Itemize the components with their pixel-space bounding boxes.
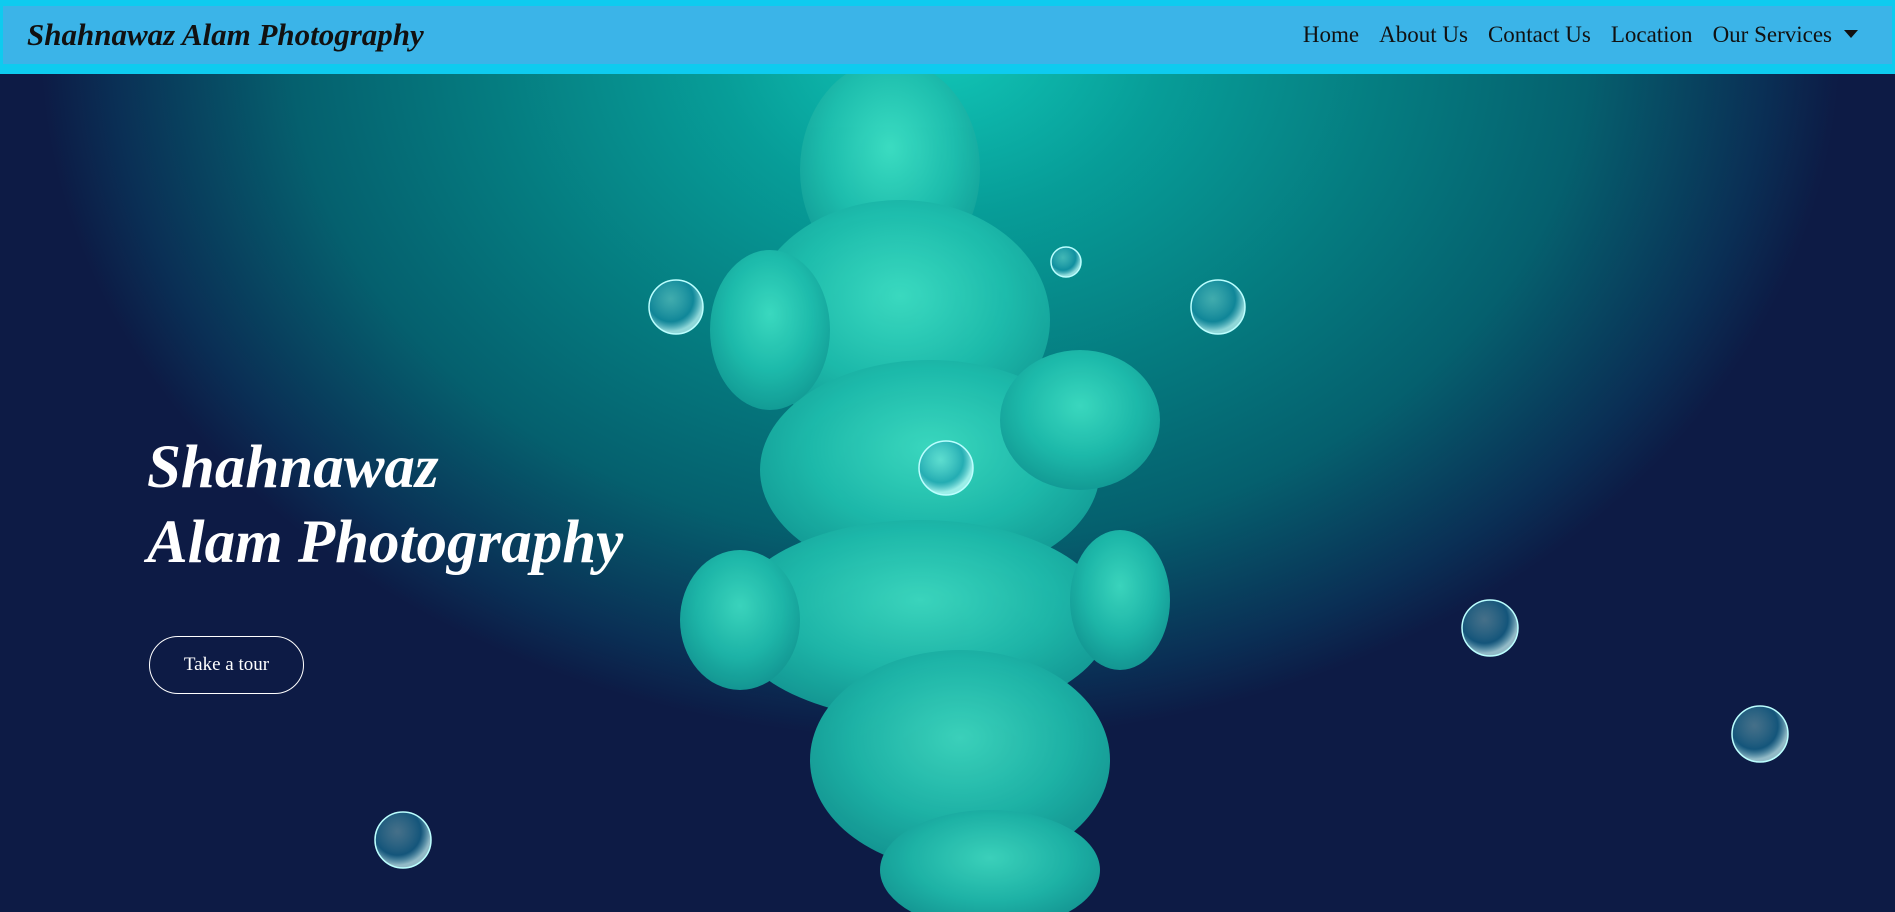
nav-about-us[interactable]: About Us bbox=[1379, 22, 1468, 48]
hero-title-line2: Alam Photography bbox=[147, 509, 624, 576]
bubble bbox=[918, 440, 974, 496]
bubble bbox=[1461, 599, 1519, 657]
bubble bbox=[1190, 279, 1246, 335]
nav-home[interactable]: Home bbox=[1303, 22, 1359, 48]
bubble bbox=[374, 811, 432, 869]
nav-contact-us[interactable]: Contact Us bbox=[1488, 22, 1591, 48]
bubble bbox=[1050, 246, 1082, 278]
nav-our-services-label: Our Services bbox=[1712, 22, 1832, 47]
nav-location[interactable]: Location bbox=[1611, 22, 1693, 48]
navbar: Shahnawaz Alam Photography Home About Us… bbox=[0, 0, 1895, 74]
caret-down-icon bbox=[1844, 30, 1858, 38]
nav-links: Home About Us Contact Us Location Our Se… bbox=[1303, 22, 1858, 48]
hero-title: Shahnawaz Alam Photography bbox=[147, 430, 623, 580]
take-a-tour-button[interactable]: Take a tour bbox=[149, 636, 304, 694]
bubble bbox=[648, 279, 704, 335]
bubble bbox=[1731, 705, 1789, 763]
hero-title-line1: Shahnawaz bbox=[147, 434, 439, 501]
navbar-brand[interactable]: Shahnawaz Alam Photography bbox=[27, 17, 424, 53]
nav-our-services-dropdown[interactable]: Our Services bbox=[1713, 22, 1858, 48]
